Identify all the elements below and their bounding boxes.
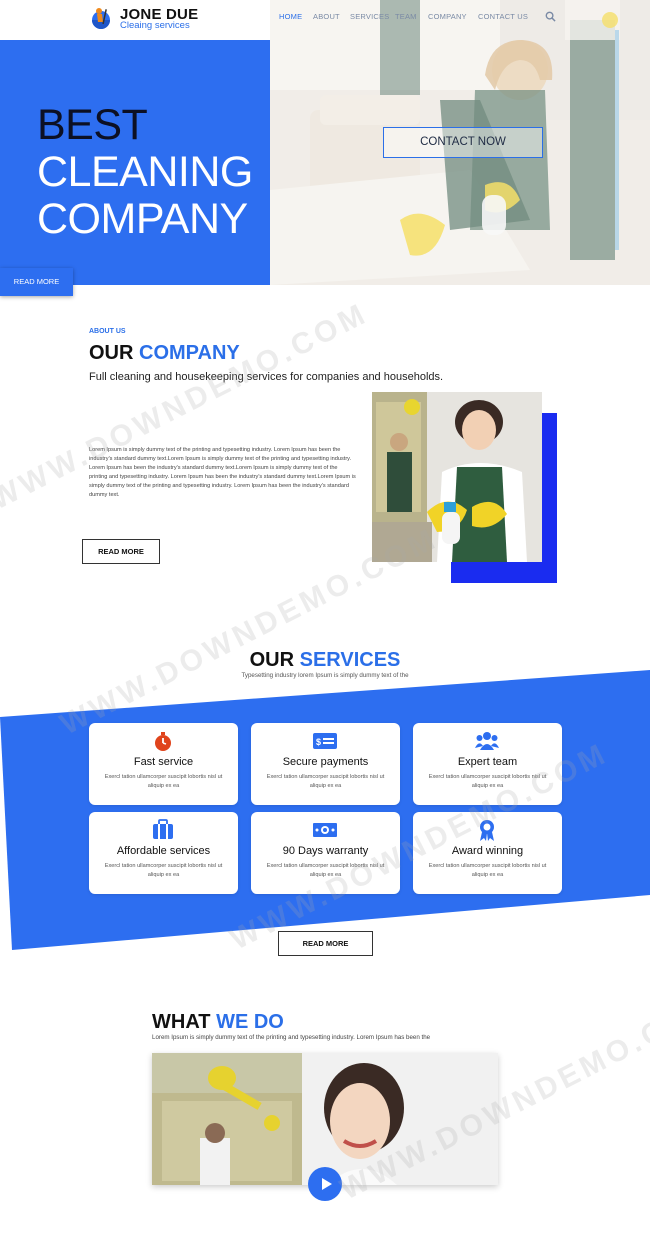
svg-text:$: $ bbox=[316, 737, 321, 747]
service-desc: Exercl tation ullamcorper suscipit lobor… bbox=[428, 774, 547, 789]
service-desc: Exercl tation ullamcorper suscipit lobor… bbox=[428, 863, 547, 878]
service-desc: Exercl tation ullamcorper suscipit lobor… bbox=[266, 863, 385, 878]
hero-heading-line2: CLEANING bbox=[37, 148, 253, 196]
award-icon bbox=[480, 820, 494, 841]
contact-now-button[interactable]: CONTACT NOW bbox=[383, 127, 543, 158]
card-icon: $ bbox=[313, 733, 337, 749]
nav-services[interactable]: SERVICES bbox=[350, 12, 389, 21]
service-title: Fast service bbox=[133, 756, 194, 768]
team-icon bbox=[475, 732, 499, 750]
service-desc: Exercl tation ullamcorper suscipit lobor… bbox=[104, 774, 223, 789]
service-title: Award winning bbox=[451, 845, 524, 857]
what-we-do-subtitle: Lorem Ipsum is simply dummy text of the … bbox=[152, 1034, 431, 1041]
play-button[interactable] bbox=[308, 1167, 342, 1201]
service-desc: Exercl tation ullamcorper suscipit lobor… bbox=[266, 774, 385, 789]
service-title: 90 Days warranty bbox=[282, 845, 369, 857]
about-read-more-button[interactable]: READ MORE bbox=[82, 539, 160, 564]
play-icon bbox=[322, 1178, 332, 1190]
service-title: Expert team bbox=[457, 756, 518, 768]
what-we-do-heading-part1: WHAT bbox=[152, 1011, 211, 1033]
service-card-affordable-services[interactable]: Affordable services Exercl tation ullamc… bbox=[89, 812, 238, 894]
service-card-fast-service[interactable]: Fast service Exercl tation ullamcorper s… bbox=[89, 723, 238, 805]
search-icon[interactable] bbox=[545, 11, 556, 22]
what-we-do-heading-part2: WE DO bbox=[216, 1011, 284, 1033]
hero-heading-line3: COMPANY bbox=[37, 195, 248, 243]
service-title: Affordable services bbox=[116, 845, 211, 857]
hero-read-more-button[interactable]: READ MORE bbox=[0, 268, 73, 296]
nav-company[interactable]: COMPANY bbox=[428, 12, 467, 21]
briefcase-icon bbox=[153, 819, 173, 839]
logo-subtitle: Cleaing services bbox=[120, 20, 190, 31]
about-heading: OUR COMPANY bbox=[89, 342, 240, 365]
banknote-icon bbox=[313, 823, 337, 837]
about-paragraph: Lorem Ipsum is simply dummy text of the … bbox=[89, 447, 356, 498]
services-band bbox=[0, 670, 650, 950]
video-thumbnail[interactable] bbox=[152, 1053, 498, 1185]
about-eyebrow: ABOUT US bbox=[89, 328, 126, 335]
about-heading-part2: COMPANY bbox=[139, 342, 240, 364]
service-desc: Exercl tation ullamcorper suscipit lobor… bbox=[104, 863, 223, 878]
service-card-90-days-warranty[interactable]: 90 Days warranty Exercl tation ullamcorp… bbox=[251, 812, 400, 894]
about-heading-part1: OUR bbox=[89, 342, 134, 364]
about-photo bbox=[372, 392, 542, 562]
service-title: Secure payments bbox=[282, 756, 369, 768]
what-we-do-heading: WHAT WE DO bbox=[152, 1011, 284, 1034]
service-card-expert-team[interactable]: Expert team Exercl tation ullamcorper su… bbox=[413, 723, 562, 805]
nav-about[interactable]: ABOUT bbox=[313, 12, 340, 21]
nav-team[interactable]: TEAM bbox=[395, 12, 417, 21]
service-card-award-winning[interactable]: Award winning Exercl tation ullamcorper … bbox=[413, 812, 562, 894]
stopwatch-icon bbox=[155, 732, 171, 751]
logo-icon bbox=[92, 8, 110, 29]
services-read-more-button[interactable]: READ MORE bbox=[278, 931, 373, 956]
hero-heading-line1: BEST bbox=[37, 101, 148, 149]
nav-home[interactable]: HOME bbox=[279, 12, 302, 21]
service-card-secure-payments[interactable]: $ Secure payments Exercl tation ullamcor… bbox=[251, 723, 400, 805]
about-lead: Full cleaning and housekeeping services … bbox=[89, 371, 444, 383]
nav-contact-us[interactable]: CONTACT US bbox=[478, 12, 528, 21]
